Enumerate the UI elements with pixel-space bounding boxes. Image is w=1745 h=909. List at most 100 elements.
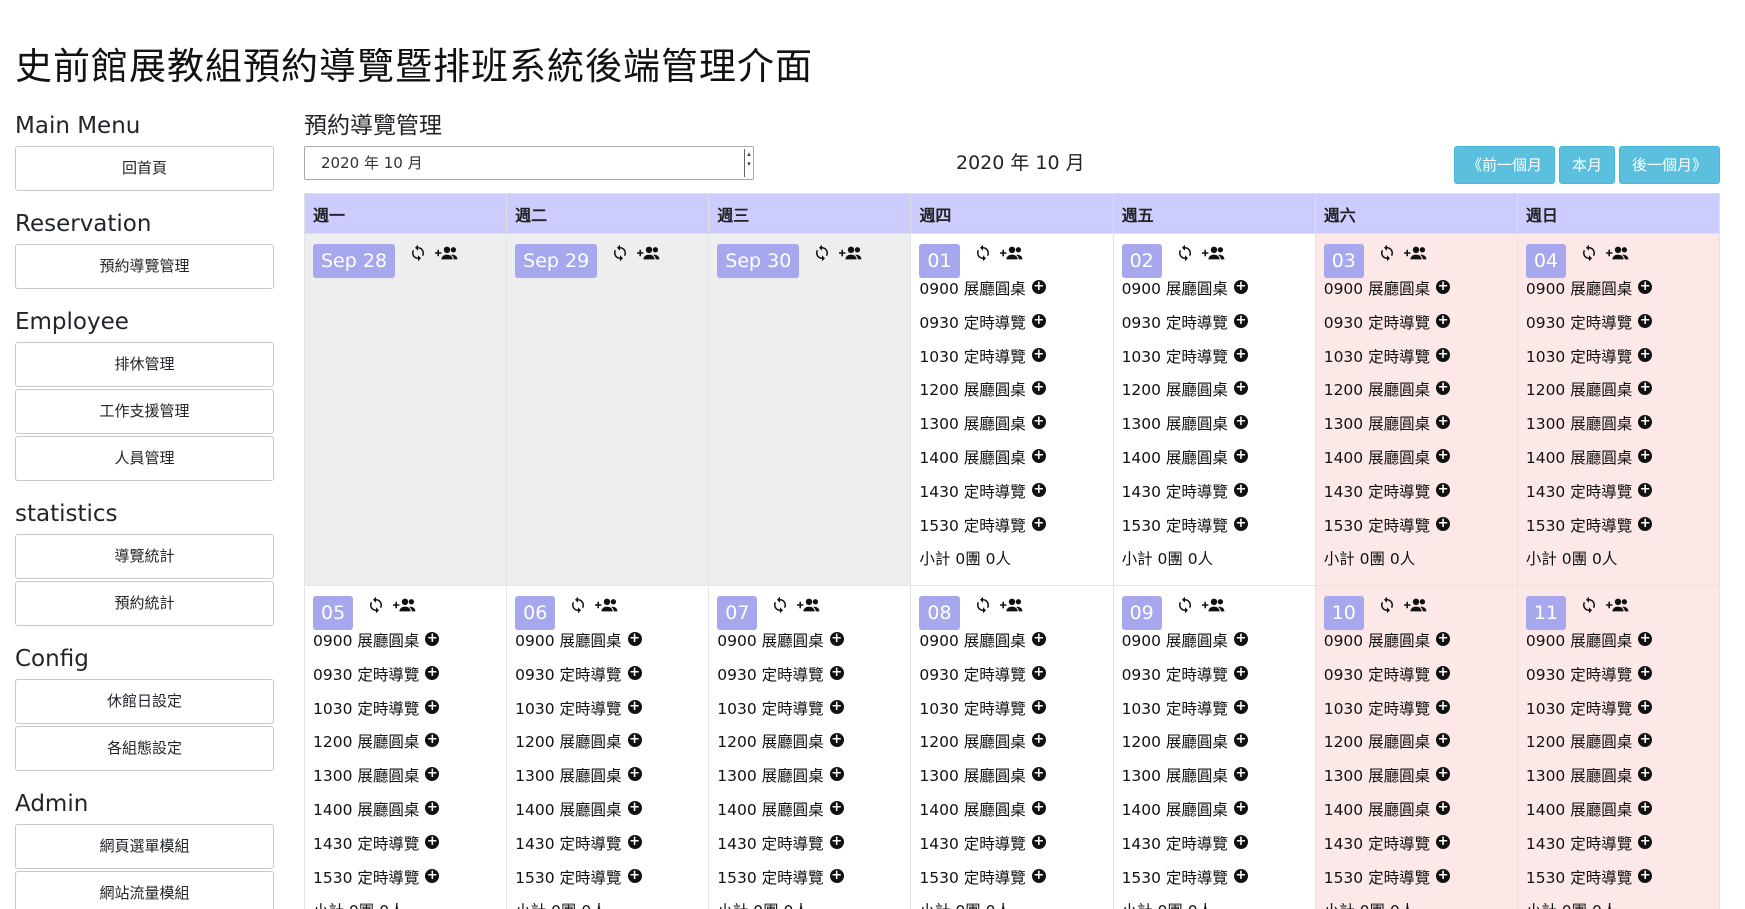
- plus-circle-icon[interactable]: +: [1436, 313, 1451, 328]
- plus-circle-icon[interactable]: +: [1031, 868, 1046, 883]
- plus-circle-icon[interactable]: +: [1638, 632, 1653, 646]
- sidebar-button[interactable]: 回首頁: [15, 146, 274, 191]
- refresh-icon[interactable]: [367, 596, 385, 614]
- refresh-icon[interactable]: [1580, 244, 1598, 262]
- plus-circle-icon[interactable]: +: [1436, 800, 1451, 815]
- plus-circle-icon[interactable]: +: [1031, 280, 1046, 294]
- plus-circle-icon[interactable]: +: [627, 733, 642, 748]
- plus-circle-icon[interactable]: +: [1031, 632, 1046, 646]
- plus-circle-icon[interactable]: +: [1233, 516, 1248, 531]
- plus-circle-icon[interactable]: +: [425, 800, 440, 815]
- next-month-button[interactable]: 後一個月》: [1618, 146, 1720, 184]
- plus-circle-icon[interactable]: +: [1031, 313, 1046, 328]
- plus-circle-icon[interactable]: +: [829, 868, 844, 883]
- plus-circle-icon[interactable]: +: [1031, 800, 1046, 815]
- add-group-icon[interactable]: [999, 596, 1024, 614]
- plus-circle-icon[interactable]: +: [1031, 834, 1046, 849]
- add-group-icon[interactable]: [435, 244, 459, 262]
- sidebar-button[interactable]: 網頁選單模組: [15, 824, 274, 869]
- plus-circle-icon[interactable]: +: [1638, 280, 1653, 294]
- add-group-icon[interactable]: [1403, 596, 1428, 614]
- refresh-icon[interactable]: [1176, 244, 1194, 262]
- plus-circle-icon[interactable]: +: [1233, 347, 1248, 362]
- plus-circle-icon[interactable]: +: [1638, 516, 1653, 531]
- add-group-icon[interactable]: [1606, 596, 1630, 614]
- plus-circle-icon[interactable]: +: [829, 632, 844, 646]
- plus-circle-icon[interactable]: +: [1638, 482, 1653, 497]
- plus-circle-icon[interactable]: +: [627, 868, 642, 883]
- plus-circle-icon[interactable]: +: [1031, 733, 1046, 748]
- plus-circle-icon[interactable]: +: [1031, 516, 1046, 531]
- plus-circle-icon[interactable]: +: [1031, 767, 1046, 782]
- plus-circle-icon[interactable]: +: [1638, 347, 1653, 362]
- plus-circle-icon[interactable]: +: [1031, 347, 1046, 362]
- plus-circle-icon[interactable]: +: [1436, 448, 1451, 463]
- sidebar-button[interactable]: 休館日設定: [15, 679, 274, 724]
- refresh-icon[interactable]: [771, 596, 789, 614]
- sidebar-button[interactable]: 導覽統計: [15, 534, 274, 579]
- sidebar-button[interactable]: 各組態設定: [15, 726, 274, 771]
- plus-circle-icon[interactable]: +: [425, 699, 440, 714]
- sidebar-button[interactable]: 預約導覽管理: [15, 244, 274, 289]
- refresh-icon[interactable]: [409, 244, 427, 262]
- add-group-icon[interactable]: [637, 244, 661, 262]
- add-group-icon[interactable]: [1201, 244, 1226, 262]
- plus-circle-icon[interactable]: +: [1233, 381, 1248, 396]
- plus-circle-icon[interactable]: +: [1031, 482, 1046, 497]
- add-group-icon[interactable]: [1403, 244, 1428, 262]
- plus-circle-icon[interactable]: +: [1436, 381, 1451, 396]
- plus-circle-icon[interactable]: +: [829, 665, 844, 680]
- plus-circle-icon[interactable]: +: [1436, 280, 1451, 294]
- plus-circle-icon[interactable]: +: [1436, 665, 1451, 680]
- plus-circle-icon[interactable]: +: [1031, 415, 1046, 430]
- add-group-icon[interactable]: [595, 596, 619, 614]
- plus-circle-icon[interactable]: +: [1436, 632, 1451, 646]
- add-group-icon[interactable]: [839, 244, 863, 262]
- refresh-icon[interactable]: [569, 596, 587, 614]
- refresh-icon[interactable]: [1176, 596, 1194, 614]
- plus-circle-icon[interactable]: +: [829, 699, 844, 714]
- plus-circle-icon[interactable]: +: [1638, 834, 1653, 849]
- sidebar-button[interactable]: 工作支援管理: [15, 389, 274, 434]
- add-group-icon[interactable]: [1201, 596, 1226, 614]
- add-group-icon[interactable]: [999, 244, 1024, 262]
- plus-circle-icon[interactable]: +: [425, 632, 440, 646]
- plus-circle-icon[interactable]: +: [1233, 868, 1248, 883]
- plus-circle-icon[interactable]: +: [1638, 665, 1653, 680]
- plus-circle-icon[interactable]: +: [1233, 665, 1248, 680]
- plus-circle-icon[interactable]: +: [1233, 767, 1248, 782]
- refresh-icon[interactable]: [974, 244, 992, 262]
- plus-circle-icon[interactable]: +: [1638, 415, 1653, 430]
- plus-circle-icon[interactable]: +: [425, 834, 440, 849]
- plus-circle-icon[interactable]: +: [829, 800, 844, 815]
- refresh-icon[interactable]: [813, 244, 831, 262]
- plus-circle-icon[interactable]: +: [1436, 482, 1451, 497]
- plus-circle-icon[interactable]: +: [1233, 313, 1248, 328]
- plus-circle-icon[interactable]: +: [1436, 767, 1451, 782]
- plus-circle-icon[interactable]: +: [1233, 733, 1248, 748]
- plus-circle-icon[interactable]: +: [1638, 381, 1653, 396]
- this-month-button[interactable]: 本月: [1558, 146, 1615, 184]
- plus-circle-icon[interactable]: +: [829, 767, 844, 782]
- plus-circle-icon[interactable]: +: [1031, 699, 1046, 714]
- refresh-icon[interactable]: [974, 596, 992, 614]
- plus-circle-icon[interactable]: +: [425, 767, 440, 782]
- sidebar-button[interactable]: 人員管理: [15, 436, 274, 481]
- plus-circle-icon[interactable]: +: [1638, 448, 1653, 463]
- plus-circle-icon[interactable]: +: [627, 665, 642, 680]
- plus-circle-icon[interactable]: +: [1233, 415, 1248, 430]
- plus-circle-icon[interactable]: +: [1233, 482, 1248, 497]
- plus-circle-icon[interactable]: +: [627, 800, 642, 815]
- plus-circle-icon[interactable]: +: [1233, 280, 1248, 294]
- plus-circle-icon[interactable]: +: [1233, 448, 1248, 463]
- month-select[interactable]: 2020 年 10 月 ▴ ▾: [304, 146, 754, 180]
- plus-circle-icon[interactable]: +: [1436, 347, 1451, 362]
- refresh-icon[interactable]: [1378, 244, 1396, 262]
- plus-circle-icon[interactable]: +: [1638, 699, 1653, 714]
- plus-circle-icon[interactable]: +: [627, 699, 642, 714]
- plus-circle-icon[interactable]: +: [627, 632, 642, 646]
- plus-circle-icon[interactable]: +: [1638, 733, 1653, 748]
- plus-circle-icon[interactable]: +: [1031, 448, 1046, 463]
- sidebar-button[interactable]: 預約統計: [15, 581, 274, 626]
- prev-month-button[interactable]: 《前一個月: [1453, 146, 1555, 184]
